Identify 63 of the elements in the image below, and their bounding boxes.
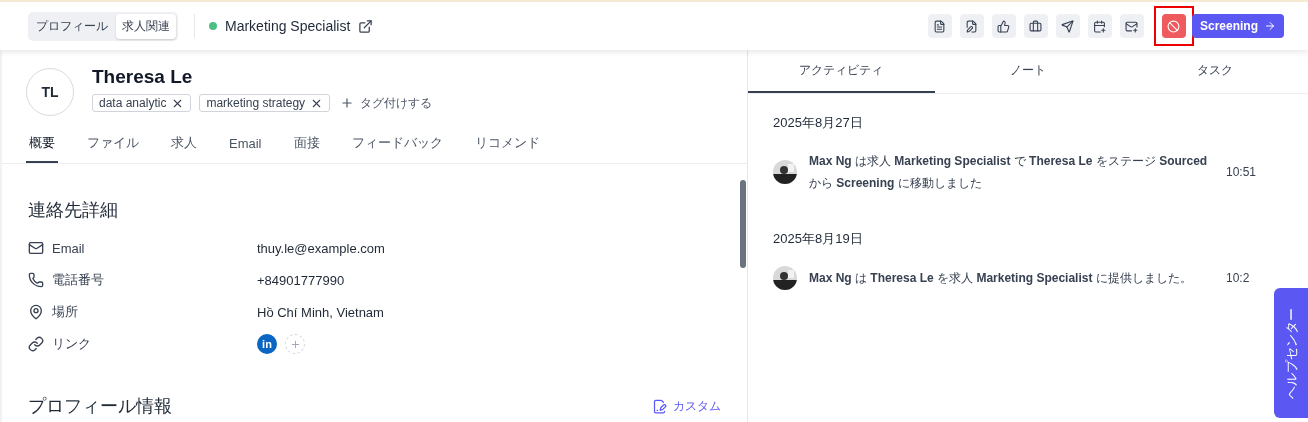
mail-plus-icon [1125,19,1139,33]
stage-button[interactable]: Screening [1191,14,1284,38]
profile-tab[interactable]: Email [226,130,265,163]
activity-time: 10:51 [1226,165,1258,179]
activity-tab[interactable]: タスク [1121,50,1308,93]
date-heading: 2025年8月27日 [773,114,864,132]
field-value: thuy.le@example.com [257,240,386,256]
send-button[interactable] [1055,14,1080,38]
field-value: +84901777990 [257,272,346,288]
field-label: 電話番号 [52,271,104,289]
toggle-option[interactable]: プロフィール [30,13,114,39]
link-icon [28,336,44,352]
edit-document-button[interactable] [959,14,984,38]
thumbs-up-icon [997,19,1011,33]
section-title: プロフィール情報 [28,395,172,418]
document-icon [933,19,947,33]
prohibited-icon [1167,19,1181,33]
activity-text: Max Ng は求人 Marketing Specialist で Theresa Le をステージ Sourced から Screening に移動しました [809,153,1209,192]
field-label: Email [52,240,85,256]
external-link-icon[interactable] [358,18,374,34]
field-label: 場所 [52,303,78,321]
help-center-tab[interactable]: ヘルプセンター [1274,288,1308,418]
arrow-right-icon [1264,20,1276,32]
activity-time: 10:2 [1226,271,1251,285]
activity-tab[interactable]: アクティビティ [748,50,935,93]
plus-icon [289,338,301,350]
field-value: Hồ Chí Minh, Vietnam [257,304,385,320]
profile-tab[interactable]: 概要 [26,130,58,163]
activity-text: Max Ng は Theresa Le を求人 Marketing Specialist に提供しました。 [809,270,1193,287]
toggle-option[interactable]: 求人関連 [116,13,176,39]
activity-tab[interactable]: ノート [934,50,1122,93]
reject-button[interactable] [1161,14,1186,38]
profile-tab[interactable]: 面接 [290,130,323,163]
profile-tab[interactable]: ファイル [84,130,142,163]
add-tag-button[interactable]: タグ付けする [338,94,435,112]
edit-document-icon [965,19,979,33]
social-link[interactable]: in [257,334,277,354]
send-icon [1061,19,1075,33]
tag: data analytic [92,94,192,112]
edit-document-icon [652,398,667,414]
briefcase-button[interactable] [1023,14,1048,38]
thumbs-up-button[interactable] [991,14,1016,38]
mail-plus-button[interactable] [1119,14,1144,38]
phone-icon [28,272,44,288]
location-pin-icon [28,304,44,320]
section-title: 連絡先詳細 [28,199,119,222]
custom-button[interactable]: カスタム [652,397,721,415]
profile-tab[interactable]: リコメンド [471,130,543,163]
field-label: リンク [52,335,91,353]
email-icon [28,240,44,256]
calendar-plus-icon [1093,19,1107,33]
date-heading: 2025年8月19日 [773,230,864,248]
profile-tab[interactable]: フィードバック [348,130,446,163]
job-title: Marketing Specialist [225,18,351,34]
candidate-name: Theresa Le [92,66,194,88]
plus-icon [340,96,355,110]
scrollbar[interactable] [740,180,746,268]
calendar-plus-button[interactable] [1087,14,1112,38]
profile-tab[interactable]: 求人 [168,130,200,163]
status-dot [209,22,217,30]
document-button[interactable] [927,14,952,38]
tag: marketing strategy [199,94,331,112]
briefcase-icon [1029,19,1043,33]
